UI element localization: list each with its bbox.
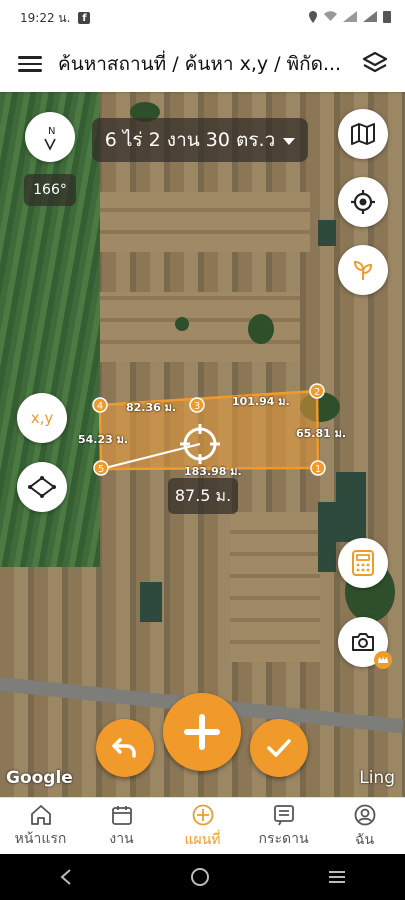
nav-label: กระดาน bbox=[258, 830, 309, 847]
nav-label: งาน bbox=[109, 830, 134, 847]
area-summary-text: 6 ไร่ 2 งาน 30 ตร.ว bbox=[104, 129, 276, 151]
heading-label: 166° bbox=[24, 174, 76, 206]
battery-icon bbox=[383, 11, 391, 23]
compass-icon: N bbox=[44, 126, 56, 151]
status-time: 19:22 น. bbox=[20, 10, 71, 25]
bottom-nav: หน้าแรก งาน แผนที่ กระดาน ฉัน bbox=[0, 797, 405, 855]
map-view[interactable]: 1 2 3 4 5 82.36 ม. 101.94 ม. 65.81 ม. 54… bbox=[0, 92, 405, 797]
add-circle-icon bbox=[192, 804, 213, 825]
vertex-label-4: 4 bbox=[97, 401, 103, 412]
map-type-button[interactable] bbox=[338, 109, 388, 159]
camera-button[interactable] bbox=[338, 617, 392, 669]
vertex-label-5: 5 bbox=[98, 464, 104, 475]
home-icon bbox=[30, 804, 51, 825]
calendar-icon bbox=[111, 805, 132, 825]
nav-item-profile[interactable]: ฉัน bbox=[324, 798, 405, 855]
menu-icon[interactable] bbox=[18, 52, 42, 76]
nav-item-work[interactable]: งาน bbox=[81, 798, 162, 855]
home-circle-icon[interactable] bbox=[190, 867, 210, 887]
search-title[interactable]: ค้นหาสถานที่ / ค้นหา x,y / พิกัด... bbox=[58, 49, 348, 79]
nav-item-map[interactable]: แผนที่ bbox=[162, 798, 243, 855]
calculator-button[interactable] bbox=[338, 538, 388, 588]
area-summary-dropdown[interactable]: 6 ไร่ 2 งาน 30 ตร.ว bbox=[92, 118, 308, 162]
ling-attribution: Ling bbox=[359, 768, 395, 788]
wifi-icon bbox=[324, 11, 337, 21]
vertex-label-1: 1 bbox=[315, 464, 321, 475]
plant-button[interactable] bbox=[338, 245, 388, 295]
edge-label: 54.23 ม. bbox=[78, 433, 129, 446]
board-icon bbox=[273, 804, 294, 825]
back-icon[interactable] bbox=[59, 868, 73, 886]
compass-letter: N bbox=[48, 126, 55, 137]
confirm-button[interactable] bbox=[250, 719, 308, 777]
compass-button[interactable]: N bbox=[25, 112, 75, 162]
nav-item-home[interactable]: หน้าแรก bbox=[0, 798, 81, 855]
edge-label: 82.36 ม. bbox=[126, 401, 177, 414]
gps-icon bbox=[351, 190, 375, 214]
edge-label: 101.94 ม. bbox=[232, 395, 290, 408]
nav-label: หน้าแรก bbox=[14, 830, 67, 847]
premium-crown-icon bbox=[374, 651, 392, 669]
nav-label: ฉัน bbox=[354, 831, 375, 848]
add-point-button[interactable] bbox=[163, 693, 241, 771]
facebook-icon: f bbox=[78, 12, 91, 24]
location-icon bbox=[309, 10, 317, 23]
google-attribution: Google bbox=[6, 768, 73, 788]
camera-icon bbox=[352, 633, 374, 651]
distance-label: 87.5 ม. bbox=[168, 478, 238, 514]
layers-icon[interactable] bbox=[361, 50, 389, 76]
polygon-tool-button[interactable] bbox=[17, 462, 67, 512]
my-location-button[interactable] bbox=[338, 177, 388, 227]
map-icon bbox=[351, 123, 375, 145]
calculator-icon bbox=[352, 550, 374, 576]
profile-icon bbox=[354, 804, 375, 825]
undo-button[interactable] bbox=[96, 719, 154, 777]
xy-label: x,y bbox=[30, 409, 54, 427]
check-icon bbox=[267, 739, 291, 757]
system-nav-bar bbox=[0, 854, 405, 900]
undo-icon bbox=[112, 738, 136, 758]
status-bar: 19:22 น. f bbox=[0, 0, 405, 36]
nav-label: แผนที่ bbox=[184, 831, 221, 848]
vertex-label-2: 2 bbox=[314, 387, 320, 398]
signal-icon bbox=[343, 11, 357, 22]
signal-icon-2 bbox=[363, 11, 377, 22]
app-bar: ค้นหาสถานที่ / ค้นหา x,y / พิกัด... bbox=[0, 36, 405, 92]
status-icons bbox=[308, 10, 391, 23]
recents-icon[interactable] bbox=[327, 869, 347, 885]
nav-item-board[interactable]: กระดาน bbox=[243, 798, 324, 855]
sprout-icon bbox=[353, 260, 373, 280]
edge-label: 65.81 ม. bbox=[296, 427, 347, 440]
plus-icon bbox=[184, 714, 220, 750]
caret-down-icon bbox=[283, 137, 296, 145]
polygon-icon bbox=[28, 476, 56, 498]
vertex-label-3: 3 bbox=[194, 401, 200, 412]
xy-coordinate-button[interactable]: x,y bbox=[17, 393, 67, 443]
